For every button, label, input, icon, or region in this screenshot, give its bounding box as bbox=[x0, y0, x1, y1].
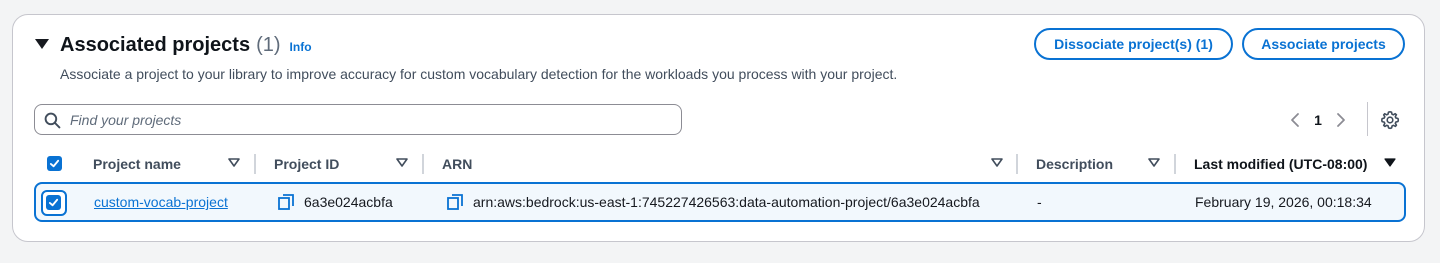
caret-down-filled-icon[interactable] bbox=[1384, 158, 1396, 168]
copy-icon[interactable] bbox=[447, 194, 463, 210]
description-value: - bbox=[1037, 194, 1042, 210]
chevron-left-icon[interactable] bbox=[1285, 109, 1305, 131]
column-resizer[interactable] bbox=[1174, 154, 1176, 174]
associated-projects-panel: Associated projects (1) Info Associate a… bbox=[12, 14, 1425, 242]
column-header-project-name[interactable]: Project name bbox=[93, 149, 181, 179]
arn-cell: arn:aws:bedrock:us-east-1:745227426563:d… bbox=[447, 184, 980, 220]
column-resizer[interactable] bbox=[1016, 154, 1018, 174]
column-resizer[interactable] bbox=[254, 154, 256, 174]
table-header: Project name Project ID ARN Description … bbox=[34, 149, 1406, 179]
pager-divider bbox=[1367, 102, 1368, 136]
info-link[interactable]: Info bbox=[290, 40, 312, 54]
row-select-checkbox[interactable] bbox=[46, 195, 61, 210]
search-box bbox=[34, 104, 682, 135]
project-name-cell: custom-vocab-project bbox=[94, 184, 228, 220]
caret-down-icon[interactable] bbox=[228, 158, 240, 168]
last-modified-cell: February 19, 2026, 00:18:34 bbox=[1195, 184, 1372, 220]
row-checkbox-focus-ring bbox=[41, 190, 67, 216]
dissociate-projects-button[interactable]: Dissociate project(s) (1) bbox=[1034, 28, 1233, 60]
project-id-value: 6a3e024acbfa bbox=[304, 194, 393, 210]
search-input[interactable] bbox=[70, 105, 670, 134]
caret-down-icon[interactable] bbox=[396, 158, 408, 168]
select-all-checkbox[interactable] bbox=[47, 156, 62, 171]
project-name-link[interactable]: custom-vocab-project bbox=[94, 194, 228, 210]
title-row: Associated projects (1) Info bbox=[60, 34, 312, 57]
description-cell: - bbox=[1037, 184, 1042, 220]
column-header-last-modified[interactable]: Last modified (UTC-08:00) bbox=[1194, 149, 1367, 179]
gear-icon[interactable] bbox=[1380, 110, 1400, 130]
last-modified-value: February 19, 2026, 00:18:34 bbox=[1195, 194, 1372, 210]
caret-down-icon[interactable] bbox=[991, 158, 1003, 168]
pagination: 1 bbox=[1285, 109, 1351, 131]
search-icon bbox=[44, 112, 61, 129]
page-number[interactable]: 1 bbox=[1305, 112, 1331, 128]
section-title: Associated projects bbox=[60, 34, 251, 56]
column-header-arn[interactable]: ARN bbox=[442, 149, 472, 179]
caret-down-icon[interactable] bbox=[1148, 158, 1160, 168]
arn-value: arn:aws:bedrock:us-east-1:745227426563:d… bbox=[473, 194, 980, 210]
section-description: Associate a project to your library to i… bbox=[60, 66, 898, 82]
column-resizer[interactable] bbox=[422, 154, 424, 174]
checkmark-icon bbox=[48, 198, 59, 207]
column-header-description[interactable]: Description bbox=[1036, 149, 1113, 179]
panel-header: Associated projects (1) Info Associate a… bbox=[13, 15, 1424, 105]
checkmark-icon bbox=[49, 159, 60, 168]
chevron-right-icon[interactable] bbox=[1331, 109, 1351, 131]
section-count: (1) bbox=[256, 34, 281, 56]
associate-projects-button[interactable]: Associate projects bbox=[1242, 28, 1405, 60]
caret-down-filled-icon[interactable] bbox=[35, 39, 49, 49]
column-header-project-id[interactable]: Project ID bbox=[274, 149, 339, 179]
copy-icon[interactable] bbox=[278, 194, 294, 210]
table-row[interactable]: custom-vocab-project 6a3e024acbfa arn:aw… bbox=[34, 182, 1406, 222]
project-id-cell: 6a3e024acbfa bbox=[278, 184, 393, 220]
